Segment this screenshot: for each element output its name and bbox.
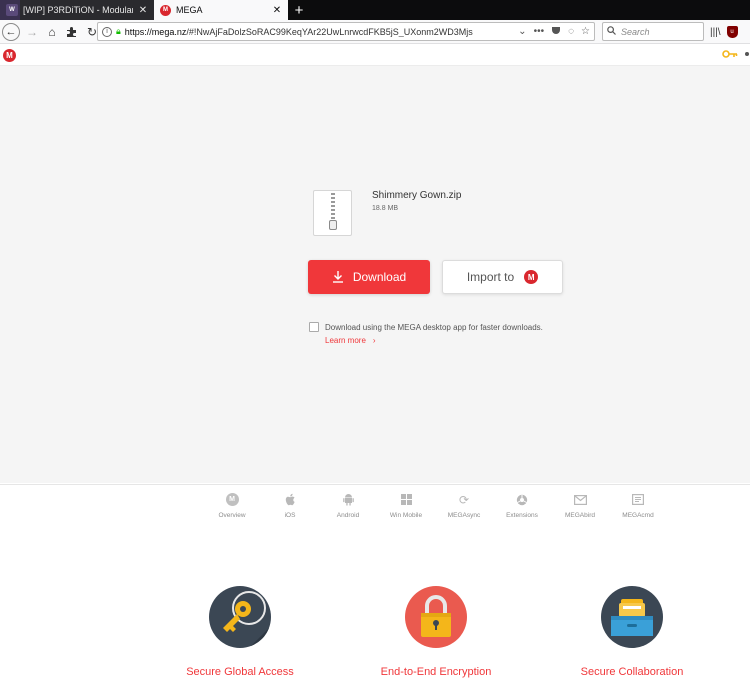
download-arrow-icon (332, 270, 344, 285)
mega-logo-icon[interactable]: M (3, 49, 16, 62)
platform-item-megacmd[interactable]: MEGAcmd (613, 493, 663, 519)
tab-wip[interactable]: W [WIP] P3RDiTiON - Modular Cyc ✕ (0, 0, 154, 20)
wip-favicon-icon: W (6, 4, 18, 16)
file-name: Shimmery Gown.zip (372, 190, 462, 201)
platform-item-extensions[interactable]: Extensions (497, 493, 547, 519)
key-icon[interactable] (722, 49, 738, 61)
download-button[interactable]: Download (308, 260, 430, 294)
download-label: Download (352, 270, 407, 284)
feature-title: Secure Collaboration (580, 666, 684, 678)
feature-secure-collaboration: Secure Collaboration (557, 586, 707, 678)
platform-label: Win Mobile (389, 512, 423, 519)
search-input[interactable]: Search (621, 27, 650, 37)
platform-label: Extensions (506, 512, 538, 519)
back-arrow-icon[interactable]: ← (2, 22, 20, 41)
learn-more-link[interactable]: Learn more › (325, 336, 376, 345)
windows-icon (400, 493, 413, 506)
feature-title: End-to-End Encryption (380, 666, 492, 678)
platform-label: Overview (218, 512, 246, 519)
platform-label: MEGAbird (565, 512, 595, 519)
platform-label: MEGAcmd (622, 512, 654, 519)
platform-item-overview[interactable]: M Overview (207, 493, 257, 519)
learn-more-text[interactable]: Learn more (325, 336, 366, 345)
tab-mega[interactable]: M MEGA ✕ (154, 0, 288, 20)
chevron-right-icon: › (372, 336, 376, 345)
platform-label: iOS (284, 512, 296, 519)
platform-label: MEGAsync (447, 512, 481, 519)
navigation-bar: ← → ⌂ ↻ i 🔒︎ https://mega.nz/#!NwAjFaDol… (0, 20, 750, 44)
tab-title: [WIP] P3RDiTiON - Modular Cyc (23, 5, 133, 15)
library-icon[interactable]: |||\ (710, 27, 721, 38)
apple-icon (284, 493, 297, 506)
mega-icon: M (225, 493, 239, 506)
zip-file-icon (313, 190, 352, 236)
search-icon (607, 26, 616, 37)
platform-nav: M Overview iOS Android Win Mobile ⟳ MEGA… (0, 484, 750, 534)
sync-icon: ⟳ (458, 492, 470, 507)
close-icon[interactable]: ✕ (138, 5, 148, 16)
search-bar[interactable]: Search (602, 22, 704, 41)
mega-header: M (0, 44, 750, 66)
close-icon[interactable]: ✕ (272, 5, 282, 16)
info-icon[interactable]: i (102, 26, 112, 37)
desktop-app-label: Download using the MEGA desktop app for … (325, 323, 543, 332)
platform-item-megabird[interactable]: MEGAbird (555, 493, 605, 519)
padlock-icon (405, 586, 467, 648)
lock-icon[interactable]: 🔒︎ (116, 26, 121, 37)
ublock-shield-icon[interactable]: u (726, 26, 738, 38)
mail-icon (573, 493, 587, 506)
url-bar[interactable]: i 🔒︎ https://mega.nz/#!NwAjFaDolzSoRAC99… (97, 22, 595, 41)
extension-puzzle-icon[interactable] (62, 22, 82, 42)
platform-item-ios[interactable]: iOS (265, 493, 315, 519)
browser-tab-bar: W [WIP] P3RDiTiON - Modular Cyc ✕ M MEGA… (0, 0, 750, 20)
file-size: 18.8 MB (372, 205, 399, 212)
features-section: Secure Global Access End-to-End Encrypti… (0, 534, 750, 680)
new-tab-button[interactable]: + (288, 0, 310, 20)
terminal-icon (632, 493, 645, 506)
import-to-mega-button[interactable]: Import to M (442, 260, 563, 294)
feature-title: Secure Global Access (186, 666, 294, 678)
chevron-down-icon[interactable]: ⌄ (518, 26, 526, 37)
url-text[interactable]: https://mega.nz/#!NwAjFaDolzSoRAC99KeqYA… (125, 27, 514, 37)
feature-secure-global-access: Secure Global Access (165, 586, 315, 678)
download-panel: Shimmery Gown.zip 18.8 MB Download Impor… (0, 66, 750, 483)
pocket-icon[interactable] (551, 26, 561, 38)
platform-item-android[interactable]: Android (323, 493, 373, 519)
more-actions-icon[interactable]: ••• (534, 26, 545, 37)
import-label: Import to (466, 270, 515, 284)
mega-logo-icon: M (524, 270, 539, 284)
tab-title: MEGA (176, 5, 203, 15)
android-icon (342, 493, 355, 506)
home-icon[interactable]: ⌂ (42, 22, 62, 42)
bookmark-star-icon[interactable]: ☆ (581, 26, 590, 37)
platform-item-megasync[interactable]: ⟳ MEGAsync (439, 492, 489, 520)
feature-end-to-end-encryption: End-to-End Encryption (361, 586, 511, 678)
menu-dot-icon[interactable] (745, 52, 749, 56)
mega-favicon-icon: M (160, 4, 171, 16)
folder-box-icon (601, 586, 663, 648)
key-globe-icon (209, 586, 271, 648)
loading-spinner-icon: ◌ (568, 26, 575, 37)
forward-arrow-icon[interactable]: → (22, 22, 42, 42)
platform-label: Android (336, 512, 360, 519)
platform-item-win-mobile[interactable]: Win Mobile (381, 493, 431, 519)
extensions-icon (516, 493, 529, 506)
desktop-app-checkbox[interactable] (309, 322, 319, 332)
